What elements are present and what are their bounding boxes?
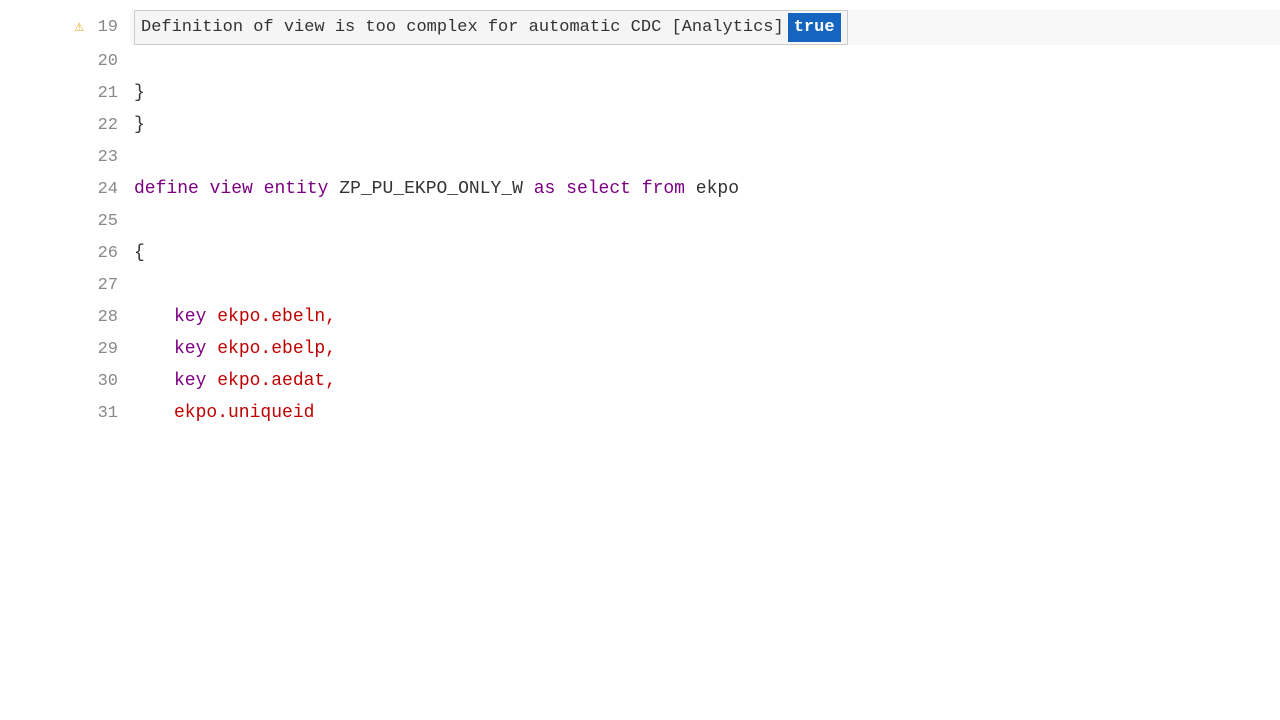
line-20: 20 <box>0 45 1280 77</box>
gutter-30: 30 <box>0 368 130 395</box>
line-number-27: 27 <box>90 272 118 299</box>
line-23: 23 <box>0 141 1280 173</box>
gutter-28: 28 <box>0 304 130 331</box>
error-message: Definition of view is too complex for au… <box>141 14 784 41</box>
keyword-key-29: key <box>174 339 206 359</box>
line-27: 27 <box>0 269 1280 301</box>
gutter-19: ⚠ 19 <box>0 14 130 41</box>
warning-icon: ⚠ <box>74 15 84 41</box>
gutter-27: 27 <box>0 272 130 299</box>
keyword-entity: entity <box>264 179 329 199</box>
keyword-from: from <box>642 179 685 199</box>
line-number-31: 31 <box>90 400 118 427</box>
true-badge: true <box>788 13 841 42</box>
gutter-22: 22 <box>0 112 130 139</box>
line-19: ⚠ 19 Definition of view is too complex f… <box>0 10 1280 45</box>
line-number-22: 22 <box>90 112 118 139</box>
brace-21: } <box>134 83 145 103</box>
line-26: 26 { <box>0 237 1280 269</box>
line-content-26: { <box>130 239 1280 268</box>
gutter-23: 23 <box>0 144 130 171</box>
line-number-25: 25 <box>90 208 118 235</box>
source-table: ekpo <box>696 179 739 199</box>
field-29: ekpo.ebelp, <box>217 339 336 359</box>
gutter-25: 25 <box>0 208 130 235</box>
line-number-19: 19 <box>90 14 118 41</box>
line-content-29: key ekpo.ebelp, <box>130 335 1280 364</box>
line-number-24: 24 <box>90 176 118 203</box>
line-24: 24 define view entity ZP_PU_EKPO_ONLY_W … <box>0 173 1280 205</box>
line-content-21: } <box>130 79 1280 108</box>
line-number-23: 23 <box>90 144 118 171</box>
line-25: 25 <box>0 205 1280 237</box>
line-22: 22 } <box>0 109 1280 141</box>
line-21: 21 } <box>0 77 1280 109</box>
line-30: 30 key ekpo.aedat, <box>0 365 1280 397</box>
gutter-24: 24 <box>0 176 130 203</box>
gutter-26: 26 <box>0 240 130 267</box>
field-28: ekpo.ebeln, <box>217 307 336 327</box>
keyword-define: define <box>134 179 199 199</box>
line-29: 29 key ekpo.ebelp, <box>0 333 1280 365</box>
brace-22: } <box>134 115 145 135</box>
code-editor: ⚠ 19 Definition of view is too complex f… <box>0 0 1280 720</box>
line-content-28: key ekpo.ebeln, <box>130 303 1280 332</box>
line-number-30: 30 <box>90 368 118 395</box>
line-content-19: Definition of view is too complex for au… <box>130 10 1280 45</box>
gutter-29: 29 <box>0 336 130 363</box>
line-31: 31 ekpo.uniqueid <box>0 397 1280 429</box>
field-30: ekpo.aedat, <box>217 371 336 391</box>
keyword-key-28: key <box>174 307 206 327</box>
line-28: 28 key ekpo.ebeln, <box>0 301 1280 333</box>
line-content-24: define view entity ZP_PU_EKPO_ONLY_W as … <box>130 175 1280 204</box>
gutter-31: 31 <box>0 400 130 427</box>
keyword-view: view <box>210 179 253 199</box>
line-content-31: ekpo.uniqueid <box>130 399 1280 428</box>
line-content-22: } <box>130 111 1280 140</box>
line-number-21: 21 <box>90 80 118 107</box>
keyword-key-30: key <box>174 371 206 391</box>
keyword-select: select <box>566 179 631 199</box>
line-content-30: key ekpo.aedat, <box>130 367 1280 396</box>
line-number-28: 28 <box>90 304 118 331</box>
gutter-21: 21 <box>0 80 130 107</box>
open-brace-26: { <box>134 243 145 263</box>
error-tooltip: Definition of view is too complex for au… <box>134 10 848 45</box>
line-number-20: 20 <box>90 48 118 75</box>
gutter-20: 20 <box>0 48 130 75</box>
line-number-29: 29 <box>90 336 118 363</box>
keyword-as: as <box>534 179 556 199</box>
line-number-26: 26 <box>90 240 118 267</box>
entity-name: ZP_PU_EKPO_ONLY_W <box>339 179 533 199</box>
field-31: ekpo.uniqueid <box>174 403 314 423</box>
